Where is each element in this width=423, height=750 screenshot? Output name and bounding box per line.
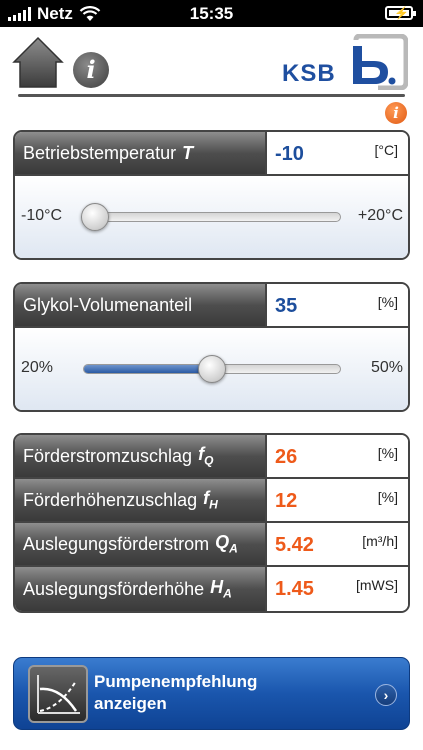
result-unit: [%]	[377, 445, 398, 461]
temperature-panel: Betriebstemperatur T -10 [°C] -10°C +20°…	[13, 130, 410, 260]
result-unit: [mWS]	[356, 577, 398, 593]
result-value: 5.42	[275, 534, 314, 556]
temperature-slider-area: -10°C +20°C	[15, 176, 408, 258]
temperature-value: -10	[275, 143, 304, 165]
result-label: Auslegungsförderstrom QA	[15, 523, 267, 565]
result-value-field: 1.45 [mWS]	[267, 567, 408, 611]
result-row-design-head: Auslegungsförderhöhe HA 1.45 [mWS]	[15, 567, 408, 611]
result-unit: [m³/h]	[362, 533, 398, 549]
glycol-row: Glykol-Volumenanteil 35 [%]	[15, 284, 408, 328]
temperature-slider-track[interactable]	[83, 212, 341, 222]
status-bar: Netz 15:35 ⚡	[0, 0, 423, 27]
chevron-right-icon: ›	[375, 684, 397, 706]
result-value-field: 26 [%]	[267, 435, 408, 477]
result-label: Förderstromzuschlag fQ	[15, 435, 267, 477]
glycol-min-label: 20%	[21, 359, 54, 376]
temperature-unit: [°C]	[374, 142, 399, 158]
result-row-flow-surcharge: Förderstromzuschlag fQ 26 [%]	[15, 435, 408, 479]
help-info-icon[interactable]: i	[385, 102, 407, 124]
result-row-design-flow: Auslegungsförderstrom QA 5.42 [m³/h]	[15, 523, 408, 567]
temperature-max-label: +20°C	[357, 207, 403, 224]
glycol-unit: [%]	[377, 294, 398, 310]
result-value-field: 5.42 [m³/h]	[267, 523, 408, 565]
logo-text: KSB	[282, 60, 336, 87]
glycol-value-field[interactable]: 35 [%]	[267, 284, 408, 326]
header-divider	[18, 94, 405, 97]
home-icon[interactable]	[12, 35, 64, 89]
glycol-label: Glykol-Volumenanteil	[15, 284, 267, 326]
glycol-panel: Glykol-Volumenanteil 35 [%] 20% 50%	[13, 282, 410, 412]
ksb-logo: KSB	[282, 34, 408, 90]
ksb-b-logo-icon	[353, 34, 408, 90]
result-unit: [%]	[377, 489, 398, 505]
result-value: 1.45	[275, 578, 314, 600]
status-time: 15:35	[189, 4, 234, 23]
battery-icon: ⚡	[385, 6, 416, 20]
temperature-row: Betriebstemperatur T -10 [°C]	[15, 132, 408, 176]
result-value: 26	[275, 446, 298, 468]
results-panel: Förderstromzuschlag fQ 26 [%] Förderhöhe…	[13, 433, 410, 613]
temperature-label: Betriebstemperatur T	[15, 132, 267, 174]
temperature-symbol: T	[182, 142, 194, 163]
result-label: Auslegungsförderhöhe HA	[15, 567, 267, 611]
result-value-field: 12 [%]	[267, 479, 408, 521]
pump-recommendation-button[interactable]: Pumpenempfehlung anzeigen ›	[13, 657, 410, 730]
glycol-value: 35	[275, 295, 298, 317]
result-label: Förderhöhenzuschlag fH	[15, 479, 267, 521]
result-value: 12	[275, 490, 298, 512]
temperature-min-label: -10°C	[21, 207, 63, 224]
temperature-slider-thumb[interactable]	[81, 203, 109, 231]
glycol-slider-area: 20% 50%	[15, 328, 408, 410]
pump-recommendation-label: Pumpenempfehlung anzeigen	[94, 672, 258, 713]
temperature-value-field[interactable]: -10 [°C]	[267, 132, 408, 174]
glycol-max-label: 50%	[370, 359, 403, 376]
pump-curve-icon	[28, 665, 88, 723]
glycol-slider-fill	[84, 365, 212, 373]
info-icon[interactable]: i	[73, 52, 109, 88]
glycol-slider-thumb[interactable]	[198, 355, 226, 383]
result-row-head-surcharge: Förderhöhenzuschlag fH 12 [%]	[15, 479, 408, 523]
